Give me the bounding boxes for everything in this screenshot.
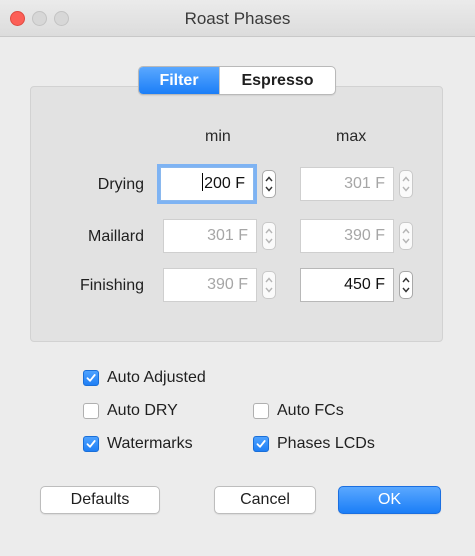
- maillard-min-stepper[interactable]: [262, 222, 276, 250]
- stepper-arrows-icon: [402, 176, 410, 192]
- checkbox-checked-icon: [83, 370, 99, 386]
- phases-lcds-label: Phases LCDs: [277, 435, 375, 452]
- maillard-min-field[interactable]: 301 F: [163, 219, 257, 253]
- stepper-arrows-icon: [265, 228, 273, 244]
- auto-dry-checkbox[interactable]: Auto DRY: [83, 402, 178, 420]
- max-column-header: max: [336, 128, 367, 145]
- defaults-button[interactable]: Defaults: [40, 486, 160, 514]
- checkbox-checked-icon: [83, 436, 99, 452]
- min-column-header: min: [205, 128, 231, 145]
- phases-panel: [30, 86, 443, 342]
- auto-fcs-label: Auto FCs: [277, 402, 344, 419]
- finishing-max-field[interactable]: 450 F: [300, 268, 394, 302]
- drying-max-field[interactable]: 301 F: [300, 167, 394, 201]
- finishing-max-stepper[interactable]: [399, 271, 413, 299]
- mode-segmented-control[interactable]: Filter Espresso: [138, 66, 336, 95]
- drying-label: Drying: [97, 176, 144, 193]
- drying-min-stepper[interactable]: [262, 170, 276, 198]
- watermarks-label: Watermarks: [107, 435, 193, 452]
- tab-filter[interactable]: Filter: [139, 67, 219, 94]
- stepper-arrows-icon: [265, 176, 273, 192]
- tab-espresso[interactable]: Espresso: [219, 67, 335, 94]
- title-bar[interactable]: Roast Phases: [0, 0, 475, 37]
- stepper-arrows-icon: [265, 277, 273, 293]
- auto-dry-label: Auto DRY: [107, 402, 178, 419]
- drying-max-stepper[interactable]: [399, 170, 413, 198]
- checkbox-unchecked-icon: [83, 403, 99, 419]
- maillard-label: Maillard: [87, 228, 144, 245]
- phases-lcds-checkbox[interactable]: Phases LCDs: [253, 435, 375, 453]
- finishing-min-stepper[interactable]: [262, 271, 276, 299]
- drying-min-field[interactable]: 200 F: [160, 167, 254, 201]
- drying-min-value: 200 F: [204, 175, 245, 192]
- finishing-min-field[interactable]: 390 F: [163, 268, 257, 302]
- checkbox-checked-icon: [253, 436, 269, 452]
- maillard-max-stepper[interactable]: [399, 222, 413, 250]
- cancel-button[interactable]: Cancel: [214, 486, 316, 514]
- watermarks-checkbox[interactable]: Watermarks: [83, 435, 193, 453]
- checkbox-unchecked-icon: [253, 403, 269, 419]
- auto-fcs-checkbox[interactable]: Auto FCs: [253, 402, 344, 420]
- stepper-arrows-icon: [402, 228, 410, 244]
- maillard-max-field[interactable]: 390 F: [300, 219, 394, 253]
- auto-adjusted-label: Auto Adjusted: [107, 369, 206, 386]
- auto-adjusted-checkbox[interactable]: Auto Adjusted: [83, 369, 206, 387]
- window-title: Roast Phases: [184, 9, 291, 28]
- text-caret: [202, 173, 204, 191]
- ok-button[interactable]: OK: [338, 486, 441, 514]
- finishing-label: Finishing: [79, 277, 144, 294]
- roast-phases-window: Roast Phases Filter Espresso min max Dry…: [0, 0, 475, 556]
- stepper-arrows-icon: [402, 277, 410, 293]
